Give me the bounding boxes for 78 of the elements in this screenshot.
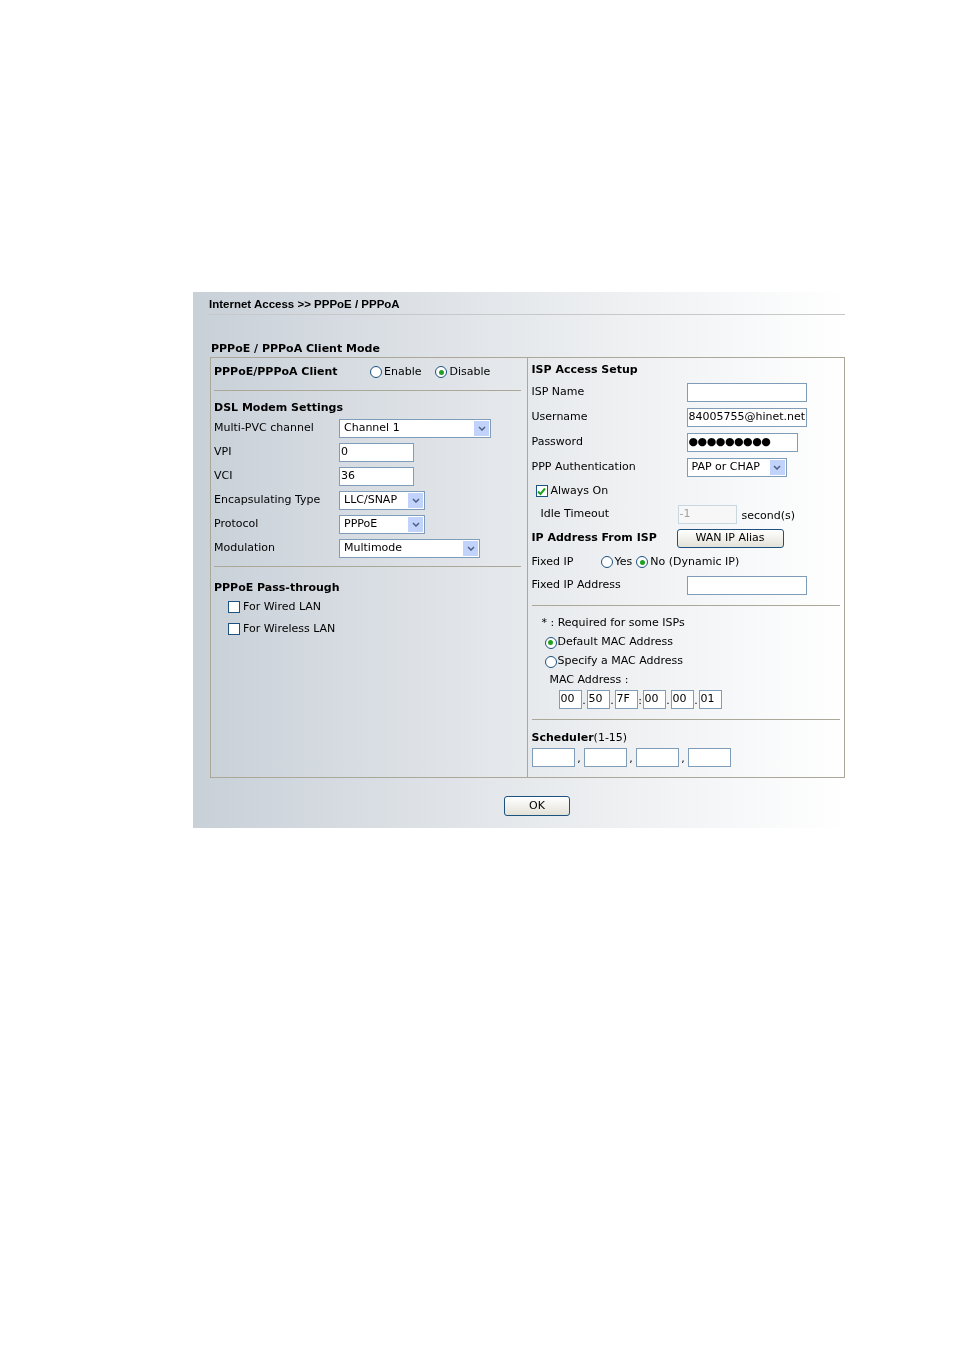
input-field[interactable]	[686, 383, 807, 402]
input-field[interactable]: ●●●●●●●●●	[686, 433, 798, 452]
radio-button[interactable]	[370, 366, 382, 378]
caret-icon	[408, 516, 423, 532]
option-label: Disable	[449, 363, 491, 380]
field-label: Username	[531, 409, 589, 426]
dropdown[interactable]: Multimode	[339, 538, 480, 558]
field-label: VCI	[214, 467, 234, 484]
field-label: Modulation	[214, 539, 277, 556]
unit-label: second(s)	[741, 507, 796, 524]
wan-ip-alias-button[interactable]: WAN IP Alias	[676, 529, 784, 548]
separator-text: ,	[628, 750, 634, 767]
field-label: PPP Authentication	[531, 459, 637, 476]
input-field[interactable]: 00	[642, 690, 666, 709]
field-label: Multi-PVC channel	[214, 419, 315, 436]
section-title: PPPoE / PPPoA Client Mode	[211, 341, 381, 357]
checkbox[interactable]	[535, 485, 548, 497]
input-field[interactable]: 00	[670, 690, 694, 709]
input-field[interactable]: 01	[698, 690, 722, 709]
radio-button[interactable]	[544, 636, 557, 649]
field-label: MAC Address :	[548, 672, 630, 688]
radio-button[interactable]	[435, 366, 448, 378]
input-field[interactable]	[687, 748, 731, 767]
option-label: No (Dynamic IP)	[650, 553, 740, 570]
group-title: ISP Access Setup	[531, 362, 639, 378]
caret-icon	[474, 420, 489, 436]
input-field[interactable]: 84005755@hinet.net	[686, 408, 807, 427]
field-label: ISP Name	[531, 384, 586, 401]
dropdown[interactable]: PPPoE	[339, 514, 425, 534]
field-label: Password	[531, 434, 584, 451]
field-label: Idle Timeout	[539, 505, 610, 522]
field-label: PPPoE/PPPoA Client	[214, 363, 339, 380]
separator-text: .	[665, 692, 671, 709]
dropdown[interactable]: Channel 1	[339, 418, 491, 438]
breadcrumb: Internet Access >> PPPoE / PPPoA	[209, 297, 401, 312]
field-label: Protocol	[214, 515, 260, 532]
input-field[interactable]	[686, 575, 807, 595]
radio-button[interactable]	[600, 556, 613, 568]
separator-text: ,	[576, 750, 582, 767]
field-label: Fixed IP	[531, 553, 575, 570]
caret-icon	[463, 540, 478, 556]
ok-button[interactable]: OK	[504, 796, 570, 816]
input-field[interactable]: 00	[558, 690, 582, 709]
option-label: For Wireless LAN	[243, 620, 336, 637]
option-label: Always On	[550, 482, 609, 499]
dropdown[interactable]: LLC/SNAP	[339, 490, 425, 510]
caret-icon	[769, 460, 785, 475]
option-label: Specify a MAC Address	[557, 653, 684, 670]
group-title: Scheduler(1-15)	[531, 731, 628, 744]
field-label: Encapsulating Type	[214, 491, 322, 508]
input-field[interactable]: 36	[339, 466, 414, 486]
field-label: VPI	[214, 443, 233, 460]
separator-text: .	[581, 692, 587, 709]
input-field[interactable]: 50	[586, 690, 610, 709]
radio-button[interactable]	[544, 655, 557, 668]
option-label: Enable	[384, 363, 422, 380]
option-label: For Wired LAN	[243, 598, 322, 615]
group-title: PPPoE Pass-through	[214, 580, 341, 596]
input-field[interactable]: 0	[339, 442, 414, 462]
separator-text: ,	[680, 750, 686, 767]
separator-text: .	[693, 692, 699, 709]
separator-text: .	[609, 692, 615, 709]
input-field[interactable]: 7F	[614, 690, 638, 709]
input-field[interactable]	[635, 748, 679, 767]
separator-text: :	[637, 692, 643, 709]
option-label: Yes	[614, 553, 633, 570]
group-title: IP Address From ISP	[531, 530, 658, 547]
input-field[interactable]	[583, 748, 627, 767]
option-label: Default MAC Address	[557, 634, 673, 651]
caret-icon	[408, 492, 423, 508]
radio-button[interactable]	[636, 556, 649, 568]
group-title: DSL Modem Settings	[214, 400, 344, 416]
input-field[interactable]	[531, 748, 575, 767]
checkbox[interactable]	[228, 601, 240, 613]
note-text: * : Required for some ISPs	[540, 615, 686, 631]
field-label: Fixed IP Address	[531, 576, 622, 593]
checkbox[interactable]	[228, 623, 240, 635]
dropdown[interactable]: PAP or CHAP	[686, 458, 787, 477]
